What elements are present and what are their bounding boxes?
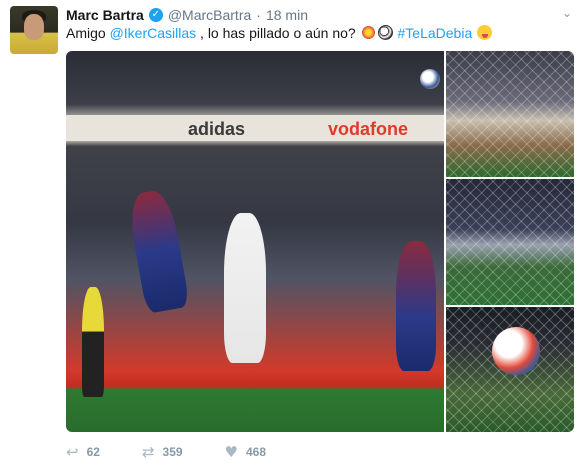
separator-dot: · — [256, 7, 261, 23]
retweet-count: 359 — [162, 445, 183, 459]
soccer-ball-emoji-icon — [377, 25, 393, 40]
mention-link[interactable]: @IkerCasillas — [110, 25, 197, 41]
referee — [82, 287, 104, 397]
retweet-button[interactable]: ⇄ 359 — [142, 443, 183, 461]
reply-icon: ↩ — [66, 443, 79, 461]
author-name[interactable]: Marc Bartra — [66, 7, 144, 23]
tweet-text-middle: , lo has pillado o aún no? — [196, 25, 360, 41]
verified-icon: ✓ — [148, 8, 163, 22]
thumbnail-photo-2[interactable] — [446, 179, 574, 305]
reply-button[interactable]: ↩ 62 — [66, 443, 100, 461]
ball — [420, 69, 440, 89]
winking-tongue-emoji-icon — [477, 25, 493, 40]
reply-count: 62 — [86, 445, 100, 459]
retweet-icon: ⇄ — [141, 443, 155, 461]
like-button[interactable]: ♥ 468 — [225, 443, 266, 461]
timestamp[interactable]: 18 min — [266, 7, 308, 23]
avatar[interactable] — [10, 6, 58, 54]
heart-icon: ♥ — [224, 443, 238, 461]
chevron-down-icon[interactable]: ⌄ — [562, 6, 572, 20]
board-brand-adidas: adidas — [188, 119, 246, 139]
player-right — [396, 241, 436, 371]
main-photo[interactable]: adidas vodafone — [66, 51, 444, 432]
goal-net — [446, 179, 574, 305]
tweet-text-start: Amigo — [66, 25, 110, 41]
avatar-face — [24, 14, 44, 40]
tweet-text: Amigo @IkerCasillas , lo has pillado o a… — [66, 24, 493, 42]
author-handle[interactable]: @MarcBartra — [168, 7, 251, 23]
player-heading — [125, 188, 191, 314]
board-brand-vodafone: vodafone — [328, 119, 409, 139]
thumbnail-photo-3[interactable] — [446, 307, 574, 432]
hashtag-link[interactable]: #TeLaDebia — [398, 25, 473, 41]
media-grid: adidas vodafone — [66, 51, 574, 432]
tweet-header: Marc Bartra ✓ @MarcBartra · 18 min — [66, 6, 308, 24]
player-white — [224, 213, 266, 363]
goal-net — [446, 51, 574, 177]
thumbnail-photo-1[interactable] — [446, 51, 574, 177]
ball — [492, 327, 540, 375]
action-bar: ↩ 62 ⇄ 359 ♥ 468 — [66, 441, 308, 463]
collision-emoji-icon — [360, 25, 376, 40]
like-count: 468 — [246, 445, 267, 459]
